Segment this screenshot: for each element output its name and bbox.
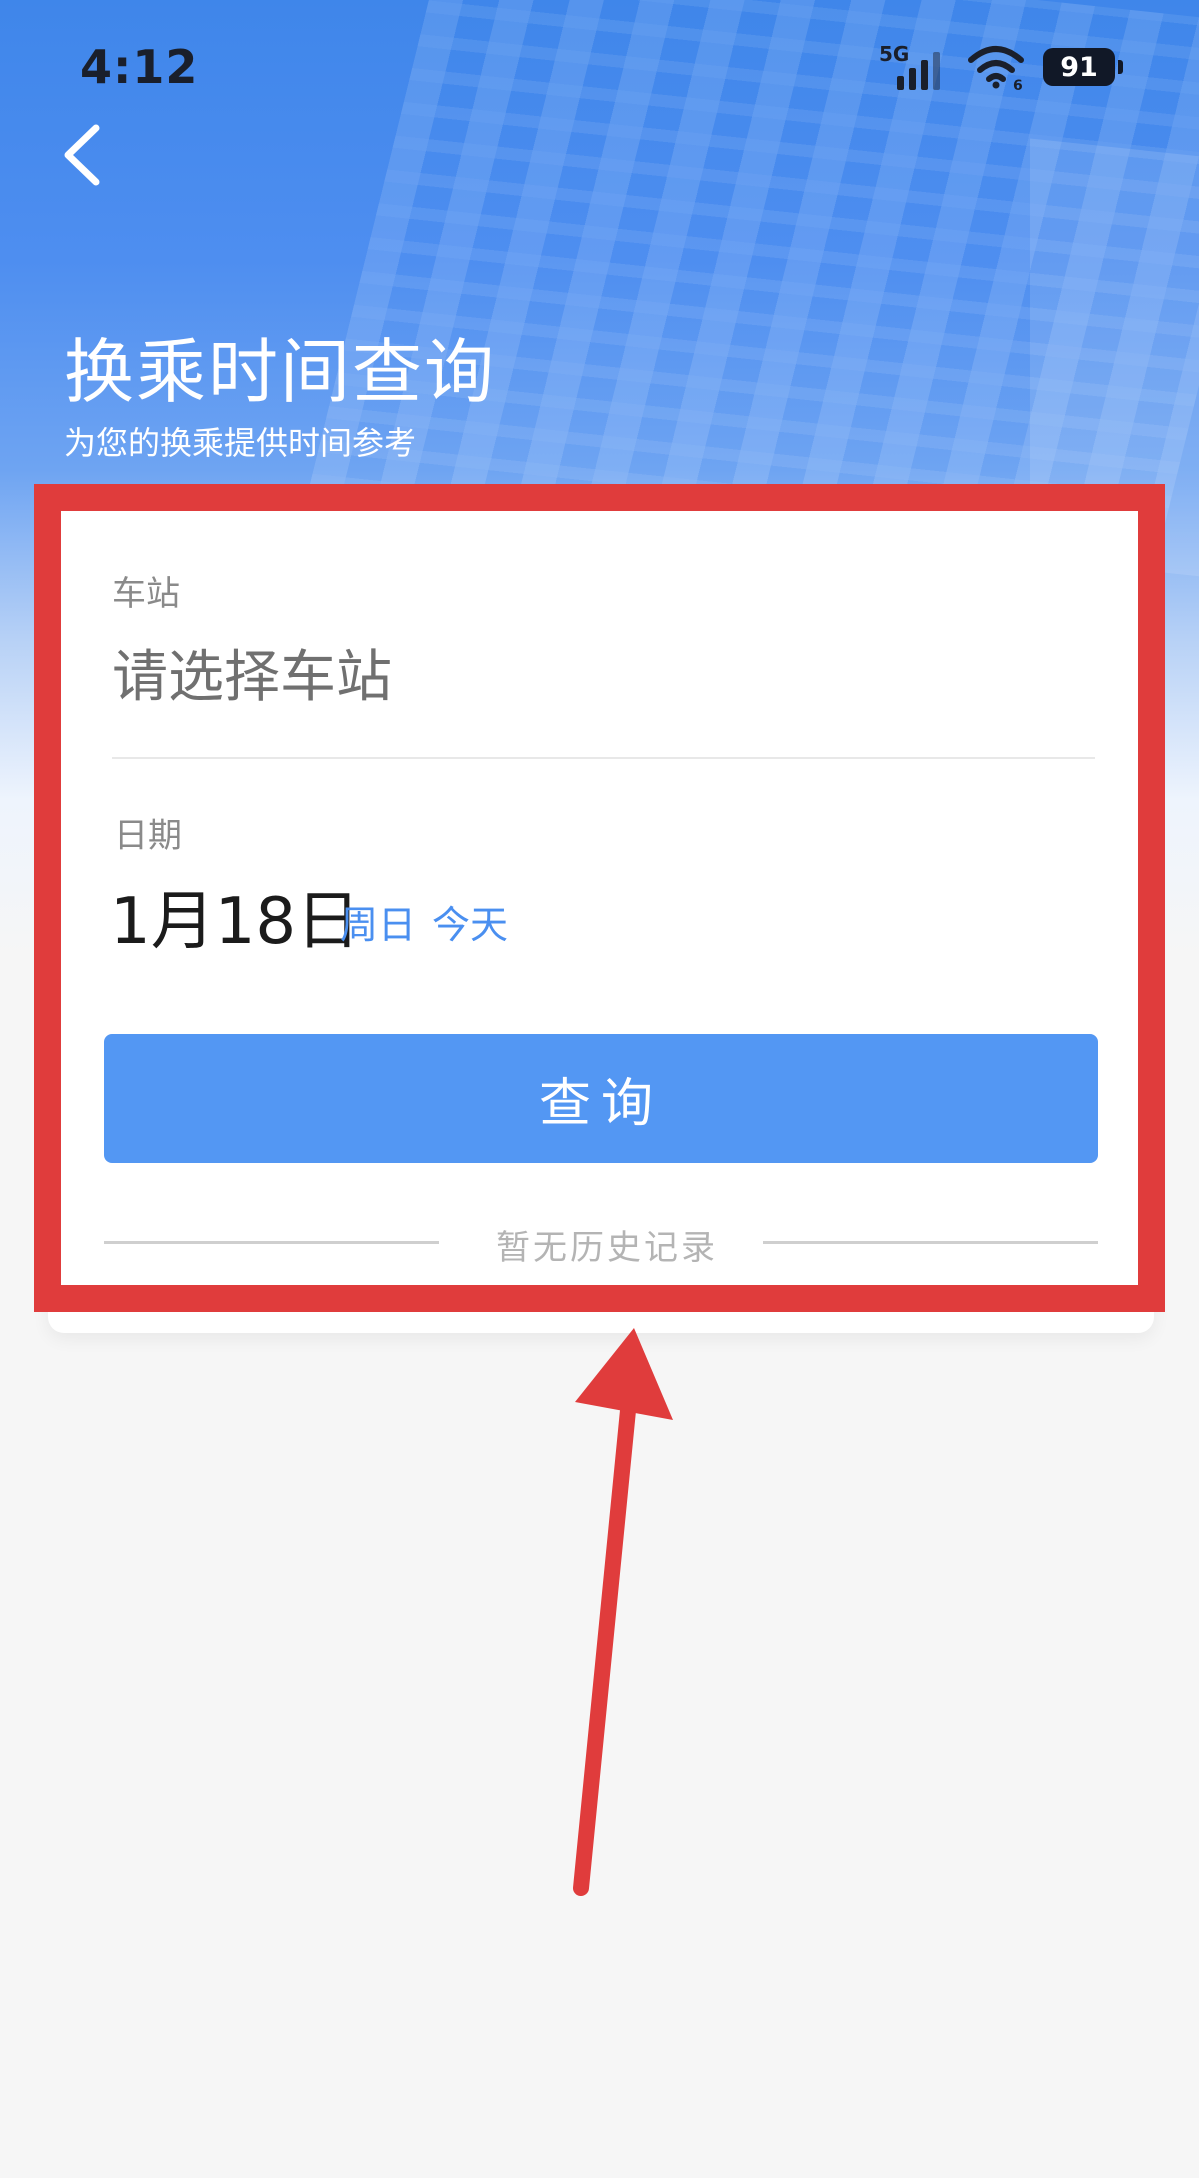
signal-icon: 5G [879, 42, 949, 90]
date-label: 日期 [114, 816, 182, 856]
transfer-time-query-page: 4:12 5G 6 91 换乘时间查询 为您的换乘提供时间参考 车站 请选择车站… [0, 0, 1199, 2178]
date-selector[interactable]: 1月18日 [110, 870, 360, 962]
svg-text:6: 6 [1013, 78, 1023, 90]
battery-icon: 91 [1043, 48, 1123, 86]
query-button[interactable]: 查询 [104, 1034, 1098, 1163]
wifi-icon: 6 [968, 46, 1024, 90]
today-label: 今天 [432, 903, 509, 947]
history-divider-right [763, 1241, 1098, 1244]
date-extra[interactable]: 周日 今天 [340, 894, 508, 949]
page-title: 换乘时间查询 [64, 331, 496, 413]
weekday-label: 周日 [340, 903, 417, 947]
station-selector[interactable]: 请选择车站 [112, 632, 392, 713]
page-subtitle: 为您的换乘提供时间参考 [64, 424, 417, 462]
back-arrow-icon[interactable] [58, 120, 108, 190]
status-time: 4:12 [80, 40, 199, 94]
station-label: 车站 [112, 574, 180, 614]
field-divider [112, 757, 1095, 759]
history-divider-left [104, 1241, 439, 1244]
status-icons: 5G 6 91 [879, 42, 1123, 92]
history-empty-text: 暂无历史记录 [496, 1228, 718, 1268]
